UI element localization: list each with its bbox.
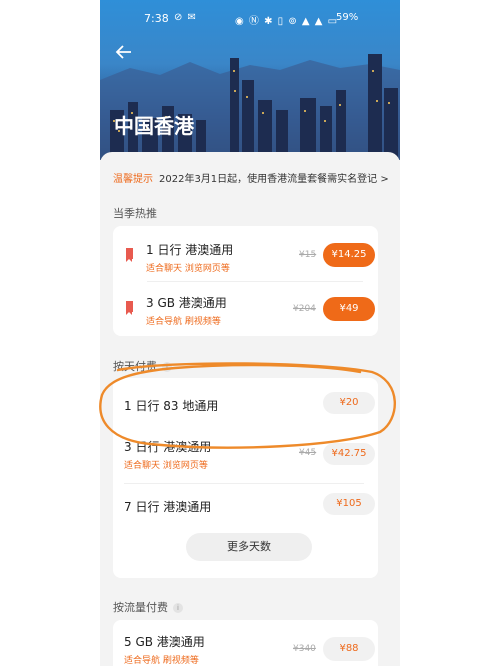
section-title-text: 按流量付费: [113, 601, 168, 614]
battery-percent: 59%: [336, 12, 359, 23]
buy-price-button[interactable]: ¥88: [323, 637, 375, 661]
notification-icons: ⊘ ✉: [174, 12, 197, 23]
original-price: ¥340: [293, 644, 316, 654]
package-name: 3 日行 港澳通用: [124, 440, 212, 454]
package-desc: 适合导航 刷视频等: [124, 656, 199, 666]
original-price: ¥15: [299, 250, 317, 260]
bookmark-icon: [126, 301, 133, 315]
hot-package-card: 1 日行 港澳通用 适合聊天 浏览网页等 ¥15 ¥14.25 3 GB 港澳通…: [113, 226, 378, 336]
package-name: 1 日行 港澳通用: [146, 243, 234, 257]
system-status-icons: ◉ Ⓝ ✱ ▯ ⊚ ▲ ▲ ▭: [235, 16, 339, 27]
content-sheet: 温馨提示 2022年3月1日起，使用香港流量套餐需实名登记 > 当季热推 1 日行…: [100, 152, 400, 666]
data-package-card: 5 GB 港澳通用 适合导航 刷视频等 ¥340 ¥88: [113, 620, 378, 666]
hong-kong-skyline-image: [100, 54, 400, 160]
package-row[interactable]: 5 GB 港澳通用 适合导航 刷视频等 ¥340 ¥88: [113, 620, 378, 666]
buy-price-button[interactable]: ¥105: [323, 493, 375, 515]
package-row[interactable]: 7 日行 港澳通用 ¥105: [113, 483, 378, 528]
package-name: 7 日行 港澳通用: [124, 500, 212, 514]
section-title-hot: 当季热推: [113, 207, 157, 220]
back-arrow-icon[interactable]: [114, 42, 134, 67]
buy-price-button[interactable]: ¥20: [323, 392, 375, 414]
original-price: ¥45: [299, 448, 317, 458]
package-row[interactable]: 3 日行 港澳通用 适合聊天 浏览网页等 ¥45 ¥42.75: [113, 428, 378, 483]
bookmark-icon: [126, 248, 133, 262]
section-title-by-data: 按流量付费 i: [113, 599, 183, 615]
package-name: 1 日行 83 地通用: [124, 399, 219, 413]
page-title: 中国香港: [114, 114, 194, 138]
package-row[interactable]: 1 日行 港澳通用 适合聊天 浏览网页等 ¥15 ¥14.25: [113, 226, 378, 281]
section-title-by-day: 按天付费 i: [113, 358, 172, 374]
section-title-text: 按天付费: [113, 360, 157, 373]
more-days-button[interactable]: 更多天数: [186, 533, 312, 561]
phone-screen: 7:38 ⊘ ✉ ◉ Ⓝ ✱ ▯ ⊚ ▲ ▲ ▭ 59% 中国香港 温馨提示 20…: [100, 0, 400, 666]
package-name: 3 GB 港澳通用: [146, 296, 227, 310]
info-icon[interactable]: i: [173, 603, 183, 613]
buy-price-button[interactable]: ¥42.75: [323, 443, 375, 465]
status-time: 7:38: [144, 12, 169, 25]
package-row[interactable]: 3 GB 港澳通用 适合导航 刷视频等 ¥204 ¥49: [113, 281, 378, 336]
buy-price-button[interactable]: ¥49: [323, 297, 375, 321]
package-desc: 适合导航 刷视频等: [146, 317, 221, 327]
notice-label: 温馨提示: [113, 174, 153, 185]
day-package-card: 1 日行 83 地通用 ¥20 3 日行 港澳通用 适合聊天 浏览网页等 ¥45…: [113, 378, 378, 578]
buy-price-button[interactable]: ¥14.25: [323, 243, 375, 267]
package-row[interactable]: 1 日行 83 地通用 ¥20: [113, 378, 378, 428]
original-price: ¥204: [293, 304, 316, 314]
package-desc: 适合聊天 浏览网页等: [146, 264, 230, 274]
notice-banner[interactable]: 温馨提示 2022年3月1日起，使用香港流量套餐需实名登记 >: [113, 170, 389, 185]
hero-banner: 7:38 ⊘ ✉ ◉ Ⓝ ✱ ▯ ⊚ ▲ ▲ ▭ 59% 中国香港: [100, 0, 400, 160]
status-bar: 7:38 ⊘ ✉ ◉ Ⓝ ✱ ▯ ⊚ ▲ ▲ ▭ 59%: [100, 0, 400, 36]
info-icon[interactable]: i: [162, 362, 172, 372]
package-name: 5 GB 港澳通用: [124, 635, 205, 649]
package-desc: 适合聊天 浏览网页等: [124, 461, 208, 471]
notice-text: 2022年3月1日起，使用香港流量套餐需实名登记 >: [159, 174, 389, 185]
